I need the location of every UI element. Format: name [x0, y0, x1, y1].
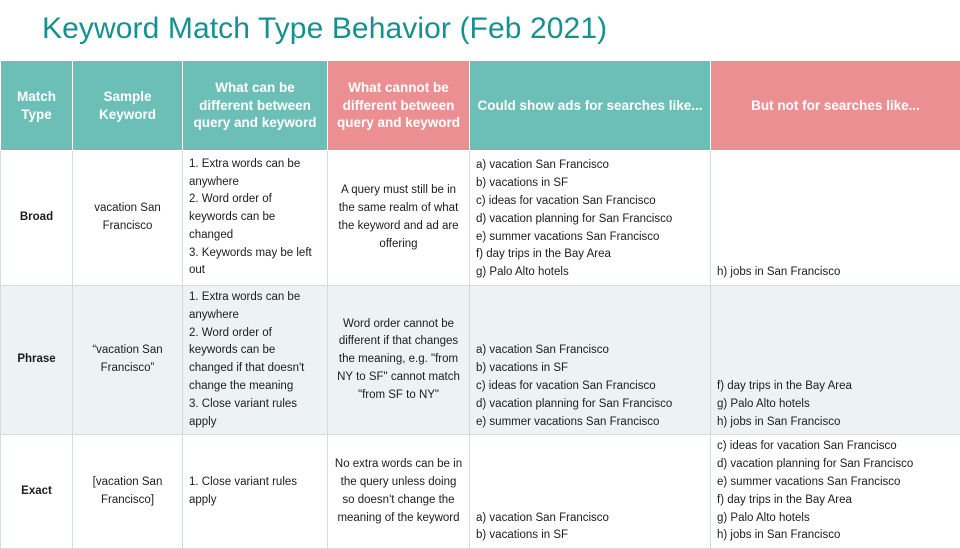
cell-sample-keyword: [vacation San Francisco] [73, 435, 183, 549]
cell-line: b) vacations in SF [476, 527, 704, 545]
cell-what-cannot-differ: Word order cannot be different if that c… [328, 286, 470, 435]
cell-line: h) jobs in San Francisco [717, 527, 954, 545]
cell-what-can-differ: 1. Extra words can be anywhere2. Word or… [183, 286, 328, 435]
cell-line: A query must still be in the same realm … [334, 182, 463, 253]
cell-line: c) ideas for vacation San Francisco [717, 438, 954, 456]
cell-line: d) vacation planning for San Francisco [476, 396, 704, 414]
cell-line: f) day trips in the Bay Area [476, 246, 704, 264]
cell-line: h) jobs in San Francisco [717, 414, 954, 432]
cell-line: Word order cannot be different if that c… [334, 316, 463, 405]
cell-line: 1. Extra words can be anywhere [189, 156, 321, 192]
cell-could-show-ads: a) vacation San Franciscob) vacations in… [470, 435, 711, 549]
cell-what-cannot-differ: A query must still be in the same realm … [328, 151, 470, 286]
cell-but-not-for: f) day trips in the Bay Areag) Palo Alto… [711, 286, 960, 435]
cell-match-type: Broad [1, 151, 73, 286]
column-header-what-cannot-differ: What cannot be different between query a… [328, 61, 470, 151]
column-header-could-show-ads: Could show ads for searches like... [470, 61, 711, 151]
cell-line: g) Palo Alto hotels [717, 396, 954, 414]
cell-line: No extra words can be in the query unles… [334, 456, 463, 527]
keyword-match-type-table: Match Type Sample Keyword What can be di… [0, 60, 960, 549]
table-row: Broad vacation San Francisco 1. Extra wo… [1, 151, 960, 286]
cell-match-type: Exact [1, 435, 73, 549]
cell-line: 3. Close variant rules apply [189, 396, 321, 432]
cell-line: e) summer vacations San Francisco [476, 414, 704, 432]
table-header-row: Match Type Sample Keyword What can be di… [1, 61, 960, 151]
table-row: Phrase “vacation San Francisco” 1. Extra… [1, 286, 960, 435]
column-header-sample-keyword: Sample Keyword [73, 61, 183, 151]
cell-line: 1. Extra words can be anywhere [189, 289, 321, 325]
cell-line: b) vacations in SF [476, 360, 704, 378]
cell-could-show-ads: a) vacation San Franciscob) vacations in… [470, 151, 711, 286]
cell-could-show-ads: a) vacation San Franciscob) vacations in… [470, 286, 711, 435]
cell-what-can-differ: 1. Extra words can be anywhere2. Word or… [183, 151, 328, 286]
cell-line: a) vacation San Francisco [476, 157, 704, 175]
cell-sample-keyword: “vacation San Francisco” [73, 286, 183, 435]
cell-but-not-for: c) ideas for vacation San Franciscod) va… [711, 435, 960, 549]
cell-line: c) ideas for vacation San Francisco [476, 378, 704, 396]
column-header-but-not-for: But not for searches like... [711, 61, 960, 151]
cell-line: 3. Keywords may be left out [189, 245, 321, 281]
cell-sample-keyword: vacation San Francisco [73, 151, 183, 286]
cell-line: e) summer vacations San Francisco [476, 229, 704, 247]
column-header-what-can-differ: What can be different between query and … [183, 61, 328, 151]
cell-line: g) Palo Alto hotels [476, 264, 704, 282]
page-title: Keyword Match Type Behavior (Feb 2021) [42, 7, 607, 51]
cell-line: 2. Word order of keywords can be changed… [189, 325, 321, 396]
slide: Keyword Match Type Behavior (Feb 2021) M… [0, 0, 960, 540]
cell-line: a) vacation San Francisco [476, 342, 704, 360]
cell-line: 2. Word order of keywords can be changed [189, 191, 321, 244]
cell-line: f) day trips in the Bay Area [717, 378, 954, 396]
cell-what-cannot-differ: No extra words can be in the query unles… [328, 435, 470, 549]
cell-line: 1. Close variant rules apply [189, 474, 321, 510]
table-row: Exact [vacation San Francisco] 1. Close … [1, 435, 960, 549]
cell-line: f) day trips in the Bay Area [717, 492, 954, 510]
cell-line: d) vacation planning for San Francisco [476, 211, 704, 229]
cell-line: e) summer vacations San Francisco [717, 474, 954, 492]
cell-line: h) jobs in San Francisco [717, 264, 954, 282]
cell-line: c) ideas for vacation San Francisco [476, 193, 704, 211]
column-header-match-type: Match Type [1, 61, 73, 151]
cell-what-can-differ: 1. Close variant rules apply [183, 435, 328, 549]
cell-but-not-for: h) jobs in San Francisco [711, 151, 960, 286]
cell-line: a) vacation San Francisco [476, 510, 704, 528]
cell-line: d) vacation planning for San Francisco [717, 456, 954, 474]
cell-match-type: Phrase [1, 286, 73, 435]
cell-line: b) vacations in SF [476, 175, 704, 193]
cell-line: g) Palo Alto hotels [717, 510, 954, 528]
